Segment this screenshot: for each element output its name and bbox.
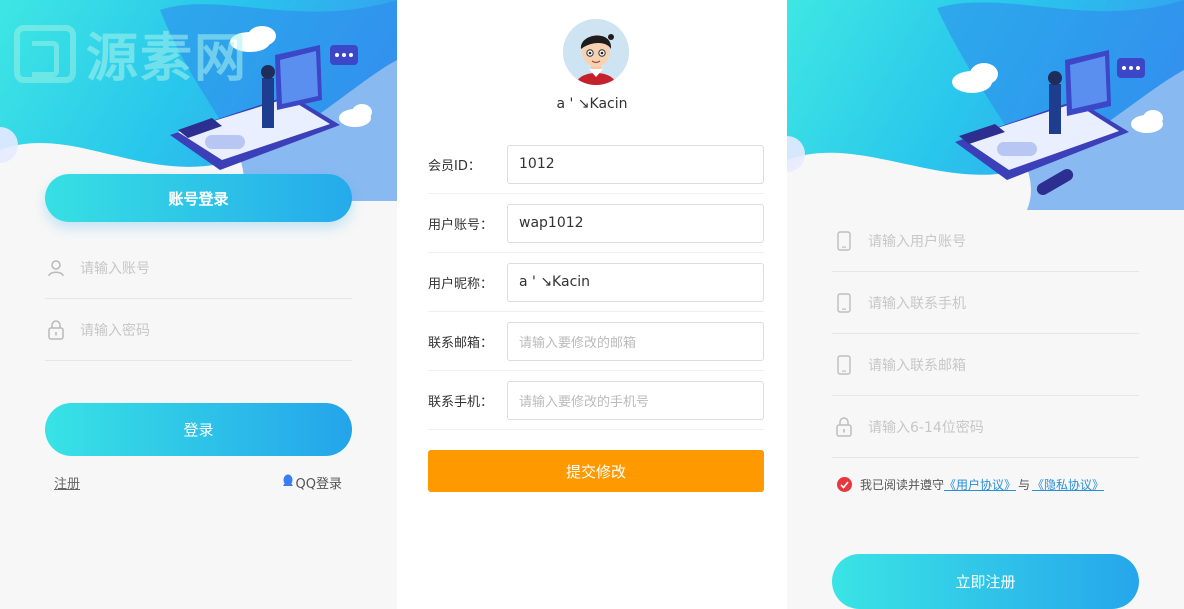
user-agreement-link[interactable]: 《用户协议》 xyxy=(944,476,1016,493)
hero-illustration xyxy=(787,0,1184,210)
email-field[interactable]: 请输入要修改的邮箱 xyxy=(507,321,764,361)
reg-phone-field[interactable]: 请输入联系手机 xyxy=(832,272,1139,334)
register-button[interactable]: 立即注册 xyxy=(832,554,1139,609)
reg-username-field[interactable]: 请输入用户账号 xyxy=(832,210,1139,272)
check-icon[interactable] xyxy=(837,477,852,492)
phone-icon xyxy=(834,230,854,251)
lock-icon xyxy=(834,416,854,437)
register-panel: 请输入用户账号 请输入联系手机 请输入联系邮箱 请输入6-14位密码 我已阅读并… xyxy=(787,0,1184,609)
profile-panel: a ' ↘Kacin 会员ID： 1012 用户账号： wap1012 用户昵称… xyxy=(397,0,787,609)
username-row: 用户账号： wap1012 xyxy=(428,194,764,253)
qq-login-link[interactable]: QQ登录 xyxy=(282,473,342,492)
member-id-label: 会员ID： xyxy=(428,158,481,174)
reg-email-input[interactable]: 请输入联系邮箱 xyxy=(868,355,966,375)
nickname-field[interactable]: a ' ↘Kacin xyxy=(507,262,764,302)
account-input[interactable]: 请输入账号 xyxy=(80,258,150,278)
member-id-field[interactable]: 1012 xyxy=(507,144,764,184)
password-input[interactable]: 请输入密码 xyxy=(80,320,150,340)
username-label: 用户账号： xyxy=(428,217,494,233)
login-button[interactable]: 登录 xyxy=(45,403,352,456)
phone-icon xyxy=(834,292,854,313)
login-panel: 源素网 账号登录 请输入账号 请输入密码 登录 注册 QQ登录 xyxy=(0,0,397,609)
account-login-tab[interactable]: 账号登录 xyxy=(45,174,352,222)
reg-password-field[interactable]: 请输入6-14位密码 xyxy=(832,396,1139,458)
password-field[interactable]: 请输入密码 xyxy=(45,299,352,361)
watermark-logo: 源素网 xyxy=(14,16,248,91)
reg-password-input[interactable]: 请输入6-14位密码 xyxy=(868,417,984,437)
username-field[interactable]: wap1012 xyxy=(507,203,764,243)
nickname-row: 用户昵称： a ' ↘Kacin xyxy=(428,253,764,312)
agreement-row: 我已阅读并遵守 《用户协议》 与 《隐私协议》 xyxy=(837,476,1104,493)
email-row: 联系邮箱： 请输入要修改的邮箱 xyxy=(428,312,764,371)
nickname-display: a ' ↘Kacin xyxy=(556,96,628,112)
user-icon xyxy=(46,258,66,278)
phone-row: 联系手机： 请输入要修改的手机号 xyxy=(428,371,764,430)
phone-icon xyxy=(834,354,854,375)
register-hero-banner xyxy=(787,0,1184,210)
phone-label: 联系手机： xyxy=(428,394,494,410)
member-id-row: 会员ID： 1012 xyxy=(428,135,764,194)
agree-and: 与 xyxy=(1018,478,1031,492)
account-field[interactable]: 请输入账号 xyxy=(45,237,352,299)
app-root: 源素网 账号登录 请输入账号 请输入密码 登录 注册 QQ登录 a ' ↘Kac… xyxy=(0,0,1184,609)
reg-username-input[interactable]: 请输入用户账号 xyxy=(868,231,966,251)
qq-login-label: QQ登录 xyxy=(295,477,342,492)
email-label: 联系邮箱： xyxy=(428,335,494,351)
register-link[interactable]: 注册 xyxy=(54,473,80,492)
avatar[interactable] xyxy=(563,19,629,85)
watermark-text: 源素网 xyxy=(86,29,249,89)
phone-field[interactable]: 请输入要修改的手机号 xyxy=(507,380,764,420)
agree-prefix: 我已阅读并遵守 xyxy=(860,478,945,492)
login-hero-banner: 源素网 xyxy=(0,0,397,201)
qq-icon xyxy=(282,474,294,492)
reg-email-field[interactable]: 请输入联系邮箱 xyxy=(832,334,1139,396)
lock-icon xyxy=(46,319,66,340)
nickname-label: 用户昵称： xyxy=(428,276,494,292)
privacy-agreement-link[interactable]: 《隐私协议》 xyxy=(1032,476,1104,493)
reg-phone-input[interactable]: 请输入联系手机 xyxy=(868,293,966,313)
watermark-icon xyxy=(14,24,76,83)
submit-changes-button[interactable]: 提交修改 xyxy=(428,450,764,492)
